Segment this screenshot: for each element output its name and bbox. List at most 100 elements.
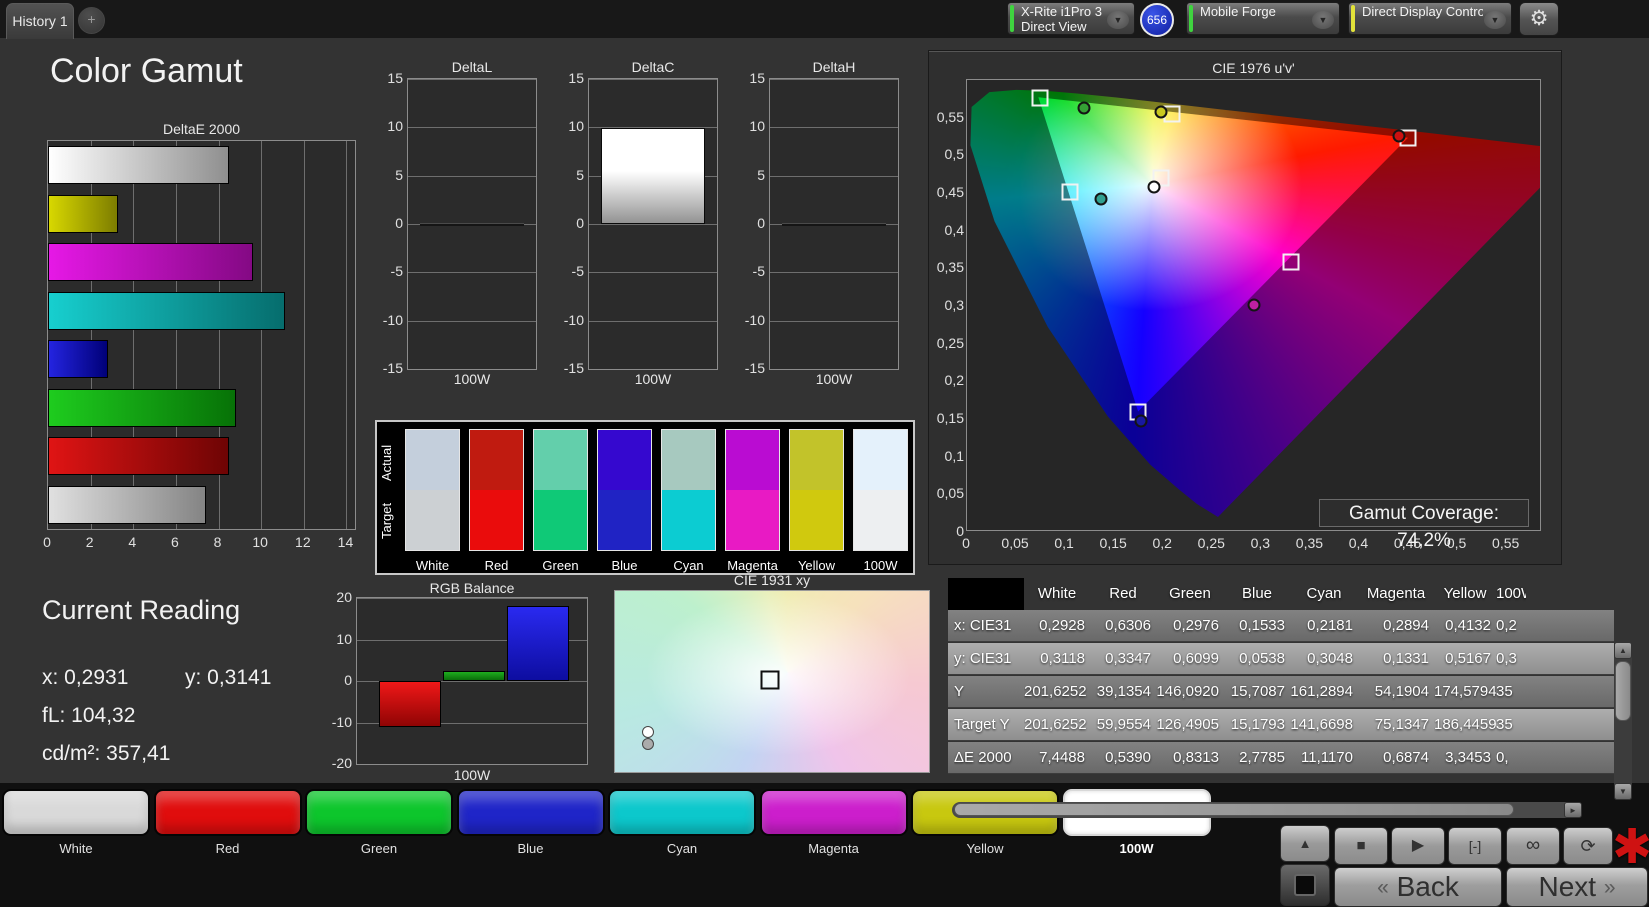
- axis-tick-label: 12: [295, 534, 311, 550]
- deltae-bar-yellow: [48, 194, 119, 233]
- gamut-coverage-readout: Gamut Coverage: 74,2%: [1319, 499, 1529, 551]
- play-button[interactable]: ▶: [1391, 827, 1445, 865]
- axis-tick-label: 10: [252, 534, 268, 550]
- swatch-label: White: [415, 558, 450, 573]
- axis-tick-label: 0: [344, 672, 352, 688]
- scroll-right-button[interactable]: ►: [1564, 802, 1582, 818]
- swatch-column-cyan: Cyan: [661, 429, 716, 573]
- table-header-cell: Green: [1169, 585, 1211, 602]
- table-row: ΔE 2000 7,4488 0,5390 0,8313 2,7785 11,1170 0,…: [948, 742, 1614, 774]
- actual-swatch: [406, 430, 459, 490]
- swatch-label: Magenta: [727, 558, 778, 573]
- refresh-button[interactable]: ⟳: [1563, 827, 1613, 865]
- swatch-label: Red: [484, 558, 509, 573]
- chevron-down-icon[interactable]: ▼: [1107, 11, 1129, 29]
- deltac-chart-title: DeltaC: [631, 59, 675, 75]
- table-cell: 2,7785: [1239, 749, 1285, 766]
- target-swatch: [470, 490, 523, 550]
- row-label: x: CIE31: [954, 617, 1012, 634]
- patch-button-green[interactable]: [305, 789, 453, 836]
- axis-tick-label: 0,1: [944, 447, 964, 464]
- deltae-bar-red: [48, 437, 230, 475]
- stop-button[interactable]: ■: [1334, 827, 1388, 865]
- back-button[interactable]: « Back: [1334, 867, 1502, 907]
- swatch-pair: [405, 429, 460, 551]
- gear-icon[interactable]: ⚙: [1519, 2, 1559, 36]
- gridline: [770, 79, 898, 80]
- table-cell: 201,6252: [1024, 683, 1087, 700]
- patch-button-cyan[interactable]: [608, 789, 756, 836]
- axis-tick-label: 0,5: [944, 146, 964, 163]
- axis-tick-label: -10: [382, 311, 403, 328]
- vertical-scrollbar[interactable]: ▲ ▼: [1614, 642, 1632, 800]
- table-row: y: CIE31 0,3118 0,3347 0,6099 0,0538 0,3048 0,…: [948, 643, 1614, 675]
- axis-tick-label: -15: [744, 360, 765, 376]
- table-cell: 0,: [1496, 749, 1509, 766]
- table-cell: 0,1533: [1239, 617, 1285, 634]
- meter-count-badge: 656: [1140, 3, 1174, 37]
- expand-up-button[interactable]: ▲: [1280, 825, 1330, 862]
- axis-tick-label: 10: [568, 118, 584, 135]
- axis-tick-label: 15: [568, 70, 584, 86]
- axis-tick-label: 0: [43, 534, 51, 550]
- measured-marker-0: [641, 726, 654, 739]
- gridline: [408, 175, 536, 177]
- reading-cdm2: cd/m²: 357,41: [42, 742, 171, 765]
- table-cell: 0,6306: [1105, 617, 1151, 634]
- standby-button[interactable]: [1280, 864, 1330, 906]
- patch-label: 100W: [1119, 841, 1154, 856]
- table-cell: 0,5390: [1105, 749, 1151, 766]
- table-cell: 15,7087: [1230, 683, 1285, 700]
- deltac-y-axis: 15 10 5 0 -5 -10 -15: [550, 70, 584, 376]
- table-cell: 0,4132: [1445, 617, 1491, 634]
- reading-y: y: 0,3141: [185, 666, 272, 689]
- horizontal-scrollbar[interactable]: ►: [952, 802, 1582, 818]
- swatch-label: Blue: [611, 558, 638, 573]
- table-header-cell: Yellow: [1443, 585, 1487, 602]
- table-row: x: CIE31 0,2928 0,6306 0,2976 0,1533 0,2181 0,…: [948, 610, 1614, 642]
- axis-tick-label: 15: [749, 70, 765, 86]
- measure-range-button[interactable]: [-]: [1448, 827, 1502, 865]
- source-dropdown[interactable]: Mobile Forge ▼: [1186, 2, 1340, 35]
- patch-label: Blue: [517, 841, 544, 856]
- target-marker-magenta: [1282, 253, 1300, 271]
- scroll-down-button[interactable]: ▼: [1614, 783, 1632, 800]
- table-cell: 126,4905: [1156, 716, 1219, 733]
- display-control-dropdown[interactable]: Direct Display Control ▼: [1348, 2, 1512, 35]
- horizontal-scroll-thumb[interactable]: [954, 803, 1514, 816]
- meter-mode: Direct View: [1021, 19, 1087, 34]
- rgb-balance-title: RGB Balance: [429, 580, 515, 596]
- scroll-up-button[interactable]: ▲: [1614, 642, 1632, 659]
- tab-history-1[interactable]: History 1: [6, 3, 74, 39]
- table-cell: 0,5167: [1445, 650, 1491, 667]
- add-tab-button[interactable]: +: [78, 7, 105, 34]
- axis-tick-label: -5: [571, 263, 584, 280]
- target-swatch: [534, 490, 587, 550]
- axis-tick-label: -20: [331, 755, 352, 771]
- table-header-cell: Magenta: [1366, 585, 1426, 602]
- table-row: Target Y 201,6252 59,9554 126,4905 15,1793 14…: [948, 709, 1614, 741]
- table-row: Y 201,6252 39,1354 146,0920 15,7087 161,2894 5…: [948, 676, 1614, 708]
- table-cell: 201,6252: [1024, 716, 1087, 733]
- deltah-x-label: 100W: [815, 371, 853, 387]
- swatch-column-magenta: Magenta: [725, 429, 780, 573]
- axis-tick-label: -5: [752, 263, 765, 280]
- cie1976-markers: [967, 80, 1540, 530]
- patch-button-blue[interactable]: [456, 789, 605, 836]
- axis-tick-label: 10: [749, 118, 765, 135]
- chevron-down-icon[interactable]: ▼: [1484, 11, 1506, 29]
- deltal-y-axis: 15 10 5 0 -5 -10 -15: [369, 70, 403, 376]
- table-cell: 75,1347: [1374, 716, 1429, 733]
- vertical-scroll-thumb[interactable]: [1615, 661, 1631, 721]
- continuous-measure-button[interactable]: ∞: [1506, 827, 1560, 865]
- meter-dropdown[interactable]: X-Rite i1Pro 3 Direct View ▼: [1007, 2, 1135, 35]
- patch-button-red[interactable]: [153, 789, 302, 836]
- patch-button-magenta[interactable]: [759, 789, 908, 836]
- chevron-down-icon[interactable]: ▼: [1312, 11, 1334, 29]
- gridline: [589, 224, 717, 225]
- calman-window: History 1 + X-Rite i1Pro 3 Direct View ▼…: [0, 0, 1649, 907]
- current-reading-title: Current Reading: [42, 595, 241, 625]
- axis-tick-label: 0,2: [944, 372, 964, 389]
- patch-button-white[interactable]: [2, 789, 150, 836]
- gridline: [589, 369, 717, 370]
